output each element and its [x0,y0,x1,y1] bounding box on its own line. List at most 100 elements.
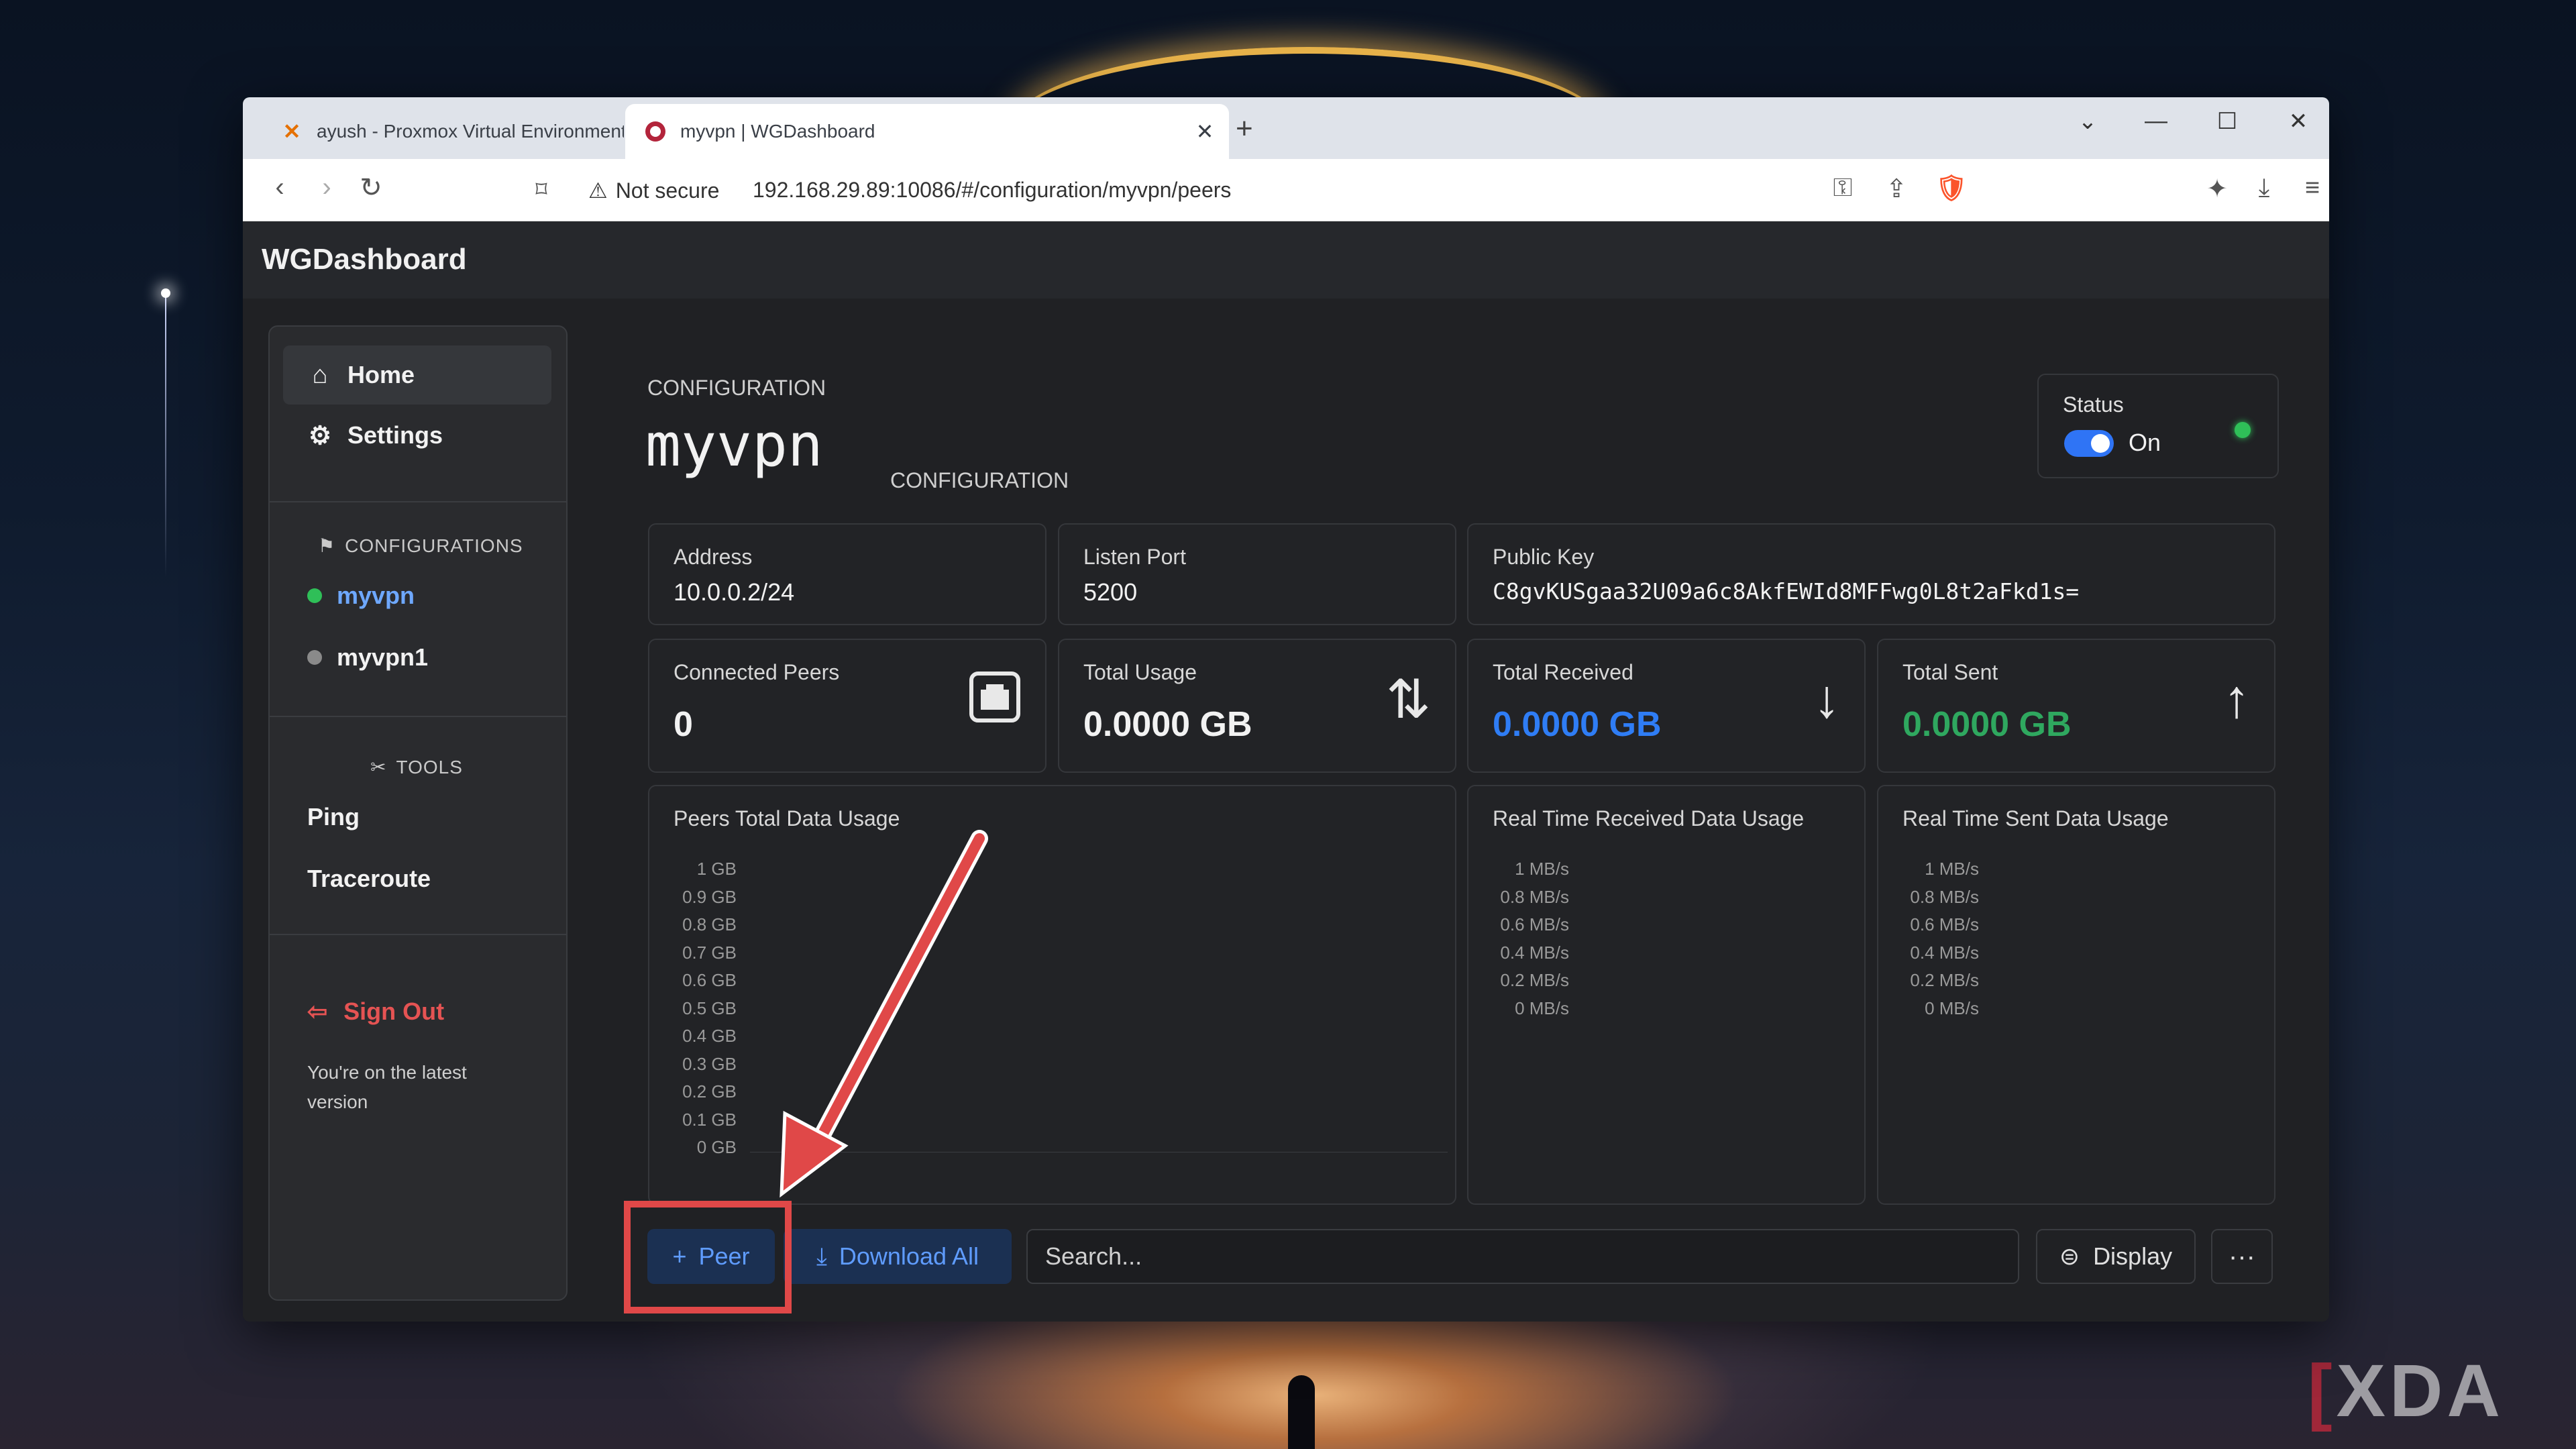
sign-out-label: Sign Out [343,998,445,1025]
total-sent-card: Total Sent 0.0000 GB ↑ [1877,639,2275,773]
downloads-icon[interactable]: ⤓ [2247,174,2281,203]
forward-icon[interactable]: › [310,172,343,203]
config-name: myvpn1 [337,643,429,671]
y-tick-label: 0 MB/s [1515,998,1569,1018]
tab-proxmox[interactable]: ✕ ayush - Proxmox Virtual Environment [262,104,624,159]
address-value: 10.0.0.2/24 [674,578,795,606]
total-received-card: Total Received 0.0000 GB ↓ [1467,639,1866,773]
home-icon: ⌂ [312,360,328,389]
filter-icon: ⊜ [2059,1242,2080,1270]
sign-out-button[interactable]: ⇦ Sign Out [307,998,444,1026]
maximize-icon[interactable]: ☐ [2207,108,2247,135]
reload-icon[interactable]: ↻ [354,172,388,203]
address-bar: ‹ › ↻ ⌑ ⚠ Not secure 192.168.29.89:10086… [243,159,2329,221]
sidebar-item-home[interactable]: ⌂ Home [283,345,551,405]
y-tick-label: 1 GB [696,859,737,879]
sidebar-item-settings[interactable]: ⚙ Settings [283,406,551,465]
sidebar-item-label: Home [347,361,415,388]
more-options-button[interactable]: ··· [2211,1229,2273,1284]
sidebar: ⌂ Home ⚙ Settings ⚑ CONFIGURATIONS myvpn… [268,325,568,1301]
y-tick-label: 0.6 MB/s [1910,914,1979,934]
total-received-label: Total Received [1493,660,1633,684]
sidebar-item-ping[interactable]: Ping [307,803,360,831]
chart-title: Real Time Received Data Usage [1493,806,1805,830]
configuration-name: myvpn [645,411,823,480]
brave-shield-icon[interactable]: 🛡 [1935,174,1968,203]
ethernet-icon [969,671,1021,733]
total-sent-value: 0.0000 GB [1902,705,2072,744]
y-tick-label: 0.1 GB [682,1109,737,1130]
tab-title: myvpn | WGDashboard [680,121,875,142]
tools-heading-label: TOOLS [396,756,463,777]
search-input[interactable] [1026,1229,2019,1284]
menu-icon[interactable]: ≡ [2296,174,2329,203]
status-label: Status [2063,392,2124,417]
y-tick-label: 0.4 GB [682,1026,737,1046]
connected-peers-value: 0 [674,705,693,744]
share-icon[interactable]: ⇪ [1880,174,1913,204]
y-tick-label: 0.3 GB [682,1053,737,1074]
download-all-label: Download All [839,1242,979,1270]
address-label: Address [674,545,753,569]
proxmox-icon: ✕ [282,119,301,144]
status-toggle[interactable] [2064,430,2114,457]
divider [270,934,566,935]
tab-title: ayush - Proxmox Virtual Environment [317,121,624,142]
sidebar-item-myvpn[interactable]: myvpn [307,582,415,610]
y-tick-label: 0.4 MB/s [1500,942,1569,963]
background-figure [1288,1375,1315,1449]
y-tick-label: 0.6 GB [682,970,737,990]
version-note: You're on the latest version [307,1062,467,1112]
arrow-up-icon: ↑ [2223,669,2250,729]
configuration-label: CONFIGURATION [890,468,1069,492]
tab-search-icon[interactable]: ⌄ [2068,108,2108,135]
peers-usage-chart: Peers Total Data Usage 1 GB 0.9 GB 0.8 GB 0… [648,785,1456,1205]
received-rate-chart: Real Time Received Data Usage 1 MB/s 0.8 … [1467,785,1866,1205]
configuration-label-text: CONFIGURATION [647,376,826,400]
tab-bar: ✕ ayush - Proxmox Virtual Environment my… [243,97,2329,159]
more-icon: ··· [2229,1241,2255,1271]
close-window-icon[interactable]: ✕ [2278,108,2318,135]
extensions-icon[interactable]: ✦ [2200,174,2234,204]
arrows-up-down-icon: ⇅ [1385,669,1431,729]
configurations-heading-label: CONFIGURATIONS [345,535,523,556]
y-tick-label: 0.8 MB/s [1910,886,1979,907]
total-usage-card: Total Usage 0.0000 GB ⇅ [1058,639,1456,773]
y-tick-label: 0.2 MB/s [1910,970,1979,990]
back-icon[interactable]: ‹ [263,172,297,203]
status-dot [307,650,322,665]
security-label: Not secure [615,178,720,203]
flag-icon: ⚑ [318,535,336,556]
chart-title: Real Time Sent Data Usage [1902,806,2169,830]
app-title: WGDashboard [262,243,467,276]
key-icon[interactable]: ⚿ [1826,174,1860,203]
url-text[interactable]: 192.168.29.89:10086/#/configuration/myvp… [753,178,1231,203]
configurations-heading: ⚑ CONFIGURATIONS [318,535,523,557]
tools-icon: ✂ [370,757,387,777]
y-tick-label: 0.6 MB/s [1500,914,1569,934]
download-icon: ⤓ [816,1242,827,1270]
total-received-value: 0.0000 GB [1493,705,1662,744]
y-tick-label: 0.2 MB/s [1500,970,1569,990]
security-indicator[interactable]: ⚠ Not secure [588,178,719,203]
sidebar-item-myvpn1[interactable]: myvpn1 [307,643,428,672]
tools-heading: ✂ TOOLS [370,756,463,778]
y-tick-label: 0.8 MB/s [1500,886,1569,907]
y-tick-label: 0.5 GB [682,998,737,1018]
background-star [161,288,170,298]
connected-peers-card: Connected Peers 0 [648,639,1046,773]
minimize-icon[interactable]: — [2136,108,2176,134]
address-card: Address 10.0.0.2/24 [648,523,1046,625]
bookmark-icon[interactable]: ⌑ [525,176,558,203]
close-tab-icon[interactable]: ✕ [1191,119,1218,144]
sidebar-item-traceroute[interactable]: Traceroute [307,865,431,893]
y-tick-label: 1 MB/s [1925,859,1979,879]
y-tick-label: 0.4 MB/s [1910,942,1979,963]
sent-rate-chart: Real Time Sent Data Usage 1 MB/s 0.8 MB/s… [1877,785,2275,1205]
display-button[interactable]: ⊜ Display [2036,1229,2196,1284]
gear-icon: ⚙ [308,421,332,450]
tab-wgdashboard[interactable]: myvpn | WGDashboard ✕ [625,104,1229,159]
y-tick-label: 0.7 GB [682,942,737,963]
new-tab-icon[interactable]: + [1236,112,1253,146]
download-all-button[interactable]: ⤓ Download All [784,1229,1012,1284]
